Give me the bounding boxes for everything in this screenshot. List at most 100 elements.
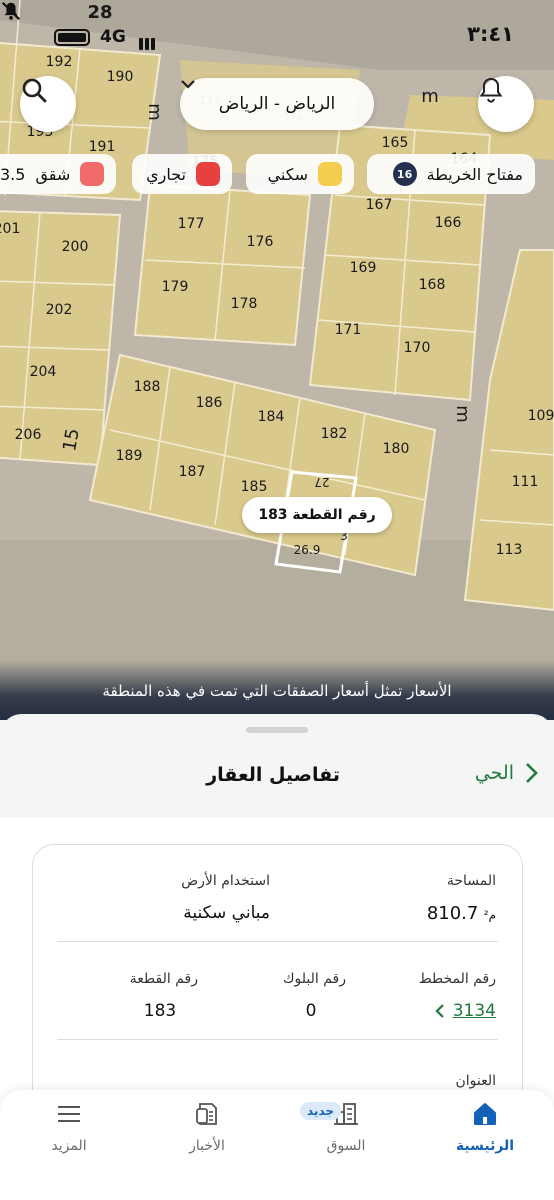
street-mark: m [144,103,165,121]
home-icon [474,1103,496,1125]
land-use-value: مباني سكنية [183,903,270,923]
plot-number: 166 [435,215,462,231]
legend-apartments-label: شقق [35,164,71,184]
plot-number: 109 [528,408,554,424]
plot-number: 170 [404,340,431,356]
map-key-label: مفتاح الخريطة [426,164,523,184]
location-selector[interactable]: الرياض - الرياض [180,78,374,130]
land-use-label: استخدام الأرض [181,873,270,889]
plot-number-value: 183 [143,1001,177,1021]
nav-news-label: الأخبار [189,1138,225,1154]
legend-residential[interactable]: سكني [246,154,354,194]
plot-number: 200 [62,239,89,255]
nav-more-label: المزيد [51,1138,87,1154]
chevron-left-icon [435,1004,444,1018]
search-icon [22,78,47,103]
plan-number-label: رقم المخطط [418,971,496,987]
news-icon [196,1103,217,1125]
plot-number: 177 [178,216,205,232]
apartments-swatch [80,162,104,186]
plot-number: 167 [366,197,393,213]
divider [57,941,498,942]
chevron-right-icon [526,763,538,783]
block-number-value: 0 [305,1001,317,1021]
clock: ٣:٤١ [467,22,514,46]
area-label: المساحة [446,873,496,889]
back-label: الحي [474,762,514,784]
plot-number: 179 [162,279,189,295]
map-view[interactable]: 192 190 193 191 28 173 174 165 164 175 1… [0,0,554,720]
plot-number: 201 [0,221,20,237]
map-key-badge: 16 [392,162,417,186]
nav-home-label: الرئيسية [455,1138,515,1154]
plot-number: 178 [231,296,258,312]
plot-number: 202 [46,302,73,318]
plot-number-label: رقم القطعة [129,971,198,987]
plot-number: 186 [196,395,223,411]
plot-number: 192 [46,54,73,70]
area-unit: م² [483,908,496,922]
plot-number: 184 [258,409,285,425]
block-number-label: رقم البلوك [282,971,346,987]
nav-more[interactable]: المزيد [14,1090,124,1170]
plot-number: 113 [496,542,523,558]
network-type: 4G [100,27,126,47]
nav-home[interactable]: الرئيسية [430,1090,540,1170]
new-badge: جديد [300,1102,342,1120]
battery-icon [54,29,90,46]
plot-number: 190 [107,69,134,85]
search-button[interactable] [20,76,76,132]
area-number: 810.7 [426,903,479,924]
neighborhood-back-button[interactable]: الحي [475,762,538,784]
nav-news[interactable]: الأخبار [152,1090,262,1170]
plot-number: 171 [335,322,362,338]
sheet-title: تفاصيل العقار [206,764,340,786]
plot-dimension: 27 [314,475,329,489]
menu-icon [58,1106,80,1122]
street-mark: m [421,86,439,107]
address-label: العنوان [455,1073,496,1089]
legend-commercial-label: تجاري [146,164,186,184]
bell-icon [479,77,503,103]
map-key-chip[interactable]: مفتاح الخريطة 16 [367,154,535,194]
legend-residential-label: سكني [267,164,308,184]
plot-number: 206 [15,427,42,443]
plot-number: 111 [512,474,539,490]
prices-banner-text: الأسعار تمثل أسعار الصفقات التي تمت في ه… [102,682,452,700]
residential-swatch [318,162,342,186]
plot-number: 185 [241,479,268,495]
location-label: الرياض - الرياض [218,94,336,114]
plot-number: 168 [419,277,446,293]
nav-market-label: السوق [326,1138,366,1154]
plot-number: 189 [116,448,143,464]
plot-number: 165 [382,135,409,151]
area-value: م² 810.7 [427,903,496,924]
legend-apartments[interactable]: شقق 3.5 [0,154,116,194]
divider [57,1039,498,1040]
plan-number-value: 3134 [452,1001,496,1021]
legend-commercial[interactable]: تجاري [132,154,232,194]
prices-banner: الأسعار تمثل أسعار الصفقات التي تمت في ه… [0,660,554,720]
plot-number: 191 [89,139,116,155]
silent-mode-icon [1,1,21,21]
plot-number: 204 [30,364,57,380]
selected-plot-label[interactable]: رقم القطعة 183 [242,497,392,533]
plot-number: 176 [247,234,274,250]
plan-number-link[interactable]: 3134 [435,1001,496,1021]
street-number: 15 [59,427,84,453]
commercial-swatch [196,162,220,186]
plot-number: 180 [383,441,410,457]
sheet-drag-handle[interactable] [246,727,308,733]
street-mark: m [452,405,473,423]
signal-icon [139,31,157,50]
legend-apartments-prefix: 3.5 [0,164,26,184]
plot-dimension: 26.9 [294,543,321,557]
plot-number: 182 [321,426,348,442]
plot-number: 188 [134,379,161,395]
sheet-header: الحي تفاصيل العقار [0,746,554,818]
plot-number: 169 [350,260,377,276]
bottom-navigation: الرئيسية السوق جديد الأخبار المزيد [0,1090,554,1200]
chevron-down-icon [181,80,195,89]
notifications-button[interactable] [478,76,534,132]
plot-number: 187 [179,464,206,480]
